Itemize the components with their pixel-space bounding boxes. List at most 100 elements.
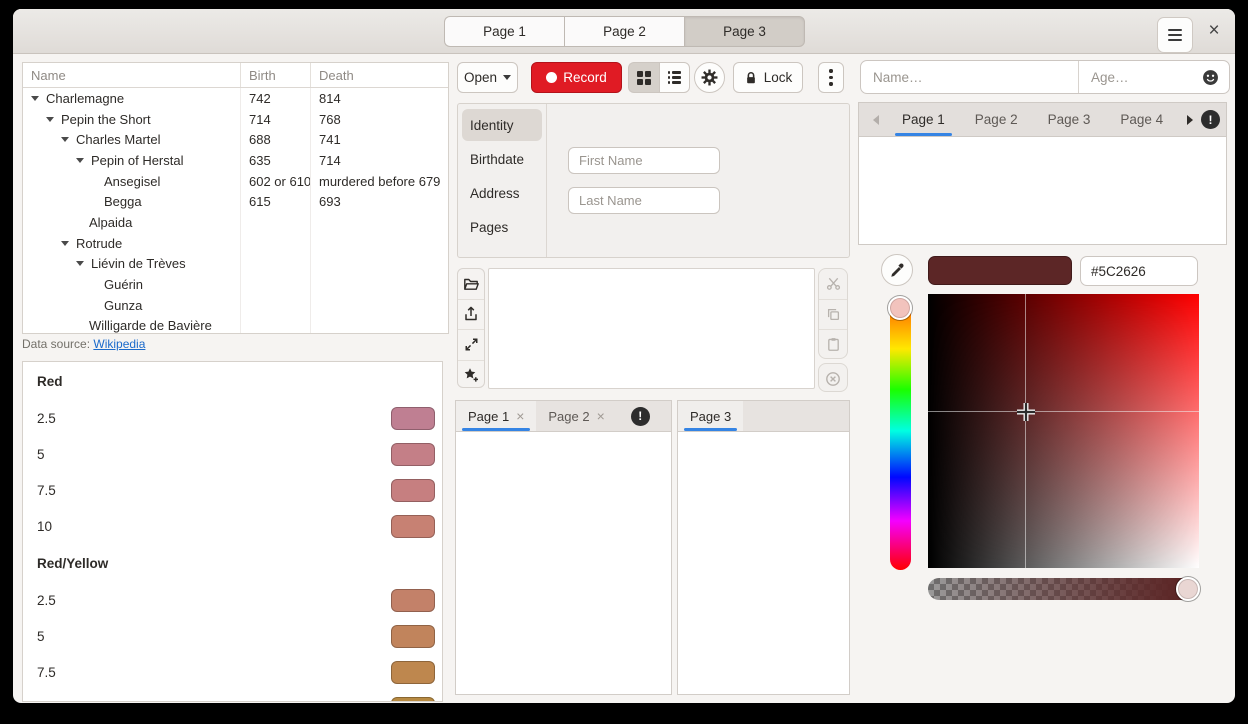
notebook-tab-page-2[interactable]: Page 2× <box>536 401 616 431</box>
emoji-icon[interactable] <box>1202 69 1219 86</box>
color-crosshair[interactable] <box>1014 400 1038 424</box>
title-page-switcher: Page 1Page 2Page 3 <box>444 16 805 47</box>
title-tab-page-2[interactable]: Page 2 <box>564 16 684 47</box>
sidebar-item-pages[interactable]: Pages <box>462 211 542 243</box>
tabbar-box: Page 1Page 2Page 3Page 4 ! <box>858 102 1227 245</box>
sidebar-item-birthdate[interactable]: Birthdate <box>462 143 542 175</box>
screen: Page 1Page 2Page 3 × Name Birth Death Ch… <box>0 0 1248 724</box>
hue-slider-handle[interactable] <box>888 296 912 320</box>
window-close-button[interactable]: × <box>1199 18 1229 44</box>
notebook-tab-page-1[interactable]: Page 1× <box>456 401 536 431</box>
tab-prev-button[interactable] <box>865 103 887 136</box>
tree-expander-icon[interactable] <box>76 158 84 163</box>
color-scale-row[interactable]: 7.5 <box>23 654 442 690</box>
cut-button[interactable] <box>819 269 847 300</box>
tree-row[interactable]: Charlemagne742814 <box>23 88 448 109</box>
tabbar-tab-page-3[interactable]: Page 3 <box>1033 103 1106 136</box>
alpha-slider[interactable] <box>928 578 1199 600</box>
tree-row[interactable]: Alpaida <box>23 212 448 233</box>
color-scale-row[interactable]: 10 <box>23 690 442 702</box>
more-menu-button[interactable] <box>818 62 844 93</box>
paste-icon <box>826 337 841 352</box>
tabbar-tab-page-1[interactable]: Page 1 <box>887 103 960 136</box>
color-scale-row[interactable]: 5 <box>23 618 442 654</box>
color-swatch[interactable] <box>391 515 435 538</box>
title-tab-page-3[interactable]: Page 3 <box>684 16 805 47</box>
hue-slider[interactable] <box>890 297 911 570</box>
app-window: Page 1Page 2Page 3 × Name Birth Death Ch… <box>13 9 1235 703</box>
first-name-field[interactable] <box>568 147 720 174</box>
color-swatch[interactable] <box>391 589 435 612</box>
color-swatch[interactable] <box>391 407 435 430</box>
notebook-tab-page-3[interactable]: Page 3 <box>678 401 743 431</box>
tree-row[interactable]: Pepin the Short714768 <box>23 109 448 130</box>
color-scale-row[interactable]: 7.5 <box>23 472 442 508</box>
tabbar-tab-page-2[interactable]: Page 2 <box>960 103 1033 136</box>
title-tab-page-1[interactable]: Page 1 <box>444 16 564 47</box>
color-swatch[interactable] <box>391 479 435 502</box>
text-view[interactable] <box>488 268 815 389</box>
color-scale-row[interactable]: 5 <box>23 436 442 472</box>
hex-color-input[interactable] <box>1080 256 1198 286</box>
tree-row[interactable]: Begga615693 <box>23 191 448 212</box>
sidebar-item-address[interactable]: Address <box>462 177 542 209</box>
tree-row[interactable]: Ansegisel602 or 610murdered before 679 <box>23 171 448 192</box>
tree-row[interactable]: Willigarde de Bavière <box>23 316 448 334</box>
tree-row[interactable]: Rotrude <box>23 233 448 254</box>
favorite-button[interactable] <box>458 361 484 389</box>
eyedropper-button[interactable] <box>881 254 913 286</box>
age-input[interactable] <box>1079 61 1202 93</box>
color-swatch[interactable] <box>391 661 435 684</box>
color-scale-row[interactable]: 2.5 <box>23 582 442 618</box>
data-source-label: Data source: Wikipedia <box>22 337 145 351</box>
copy-icon <box>826 307 841 322</box>
tree-expander-icon[interactable] <box>76 261 84 266</box>
record-button[interactable]: Record <box>531 62 622 93</box>
wikipedia-link[interactable]: Wikipedia <box>93 337 145 351</box>
alpha-slider-handle[interactable] <box>1176 577 1200 601</box>
color-scale-row[interactable]: 2.5 <box>23 400 442 436</box>
menu-button[interactable] <box>1157 17 1193 53</box>
name-input[interactable] <box>861 61 1079 93</box>
fullscreen-button[interactable] <box>458 330 484 361</box>
tree-row[interactable]: Charles Martel688741 <box>23 129 448 150</box>
open-file-button[interactable] <box>458 269 484 300</box>
open-button[interactable]: Open <box>457 62 518 93</box>
tab-close-icon[interactable]: × <box>516 408 524 424</box>
tree-expander-icon[interactable] <box>61 241 69 246</box>
settings-button[interactable] <box>694 62 725 93</box>
tree-row[interactable]: Guérin <box>23 274 448 295</box>
column-header-name[interactable]: Name <box>23 63 241 87</box>
warning-icon: ! <box>631 407 650 426</box>
color-scale-label: 2.5 <box>37 593 391 608</box>
tree-row[interactable]: Gunza <box>23 295 448 316</box>
lock-button[interactable]: Lock <box>733 62 803 93</box>
tab-close-icon[interactable]: × <box>597 408 605 424</box>
clear-button[interactable] <box>819 364 847 392</box>
color-swatch[interactable] <box>391 625 435 648</box>
tabbar-tab-page-4[interactable]: Page 4 <box>1105 103 1178 136</box>
share-button[interactable] <box>458 300 484 331</box>
sidebar-item-identity[interactable]: Identity <box>462 109 542 141</box>
tree-expander-icon[interactable] <box>46 117 54 122</box>
grid-view-toggle[interactable] <box>628 62 659 93</box>
saturation-value-plane[interactable] <box>928 294 1199 568</box>
headerbar: Page 1Page 2Page 3 × <box>13 9 1235 54</box>
list-view-toggle[interactable] <box>659 62 690 93</box>
tree-row[interactable]: Pepin of Herstal635714 <box>23 150 448 171</box>
color-scale-row[interactable]: 10 <box>23 508 442 544</box>
tree-row[interactable]: Liévin de Trèves <box>23 254 448 275</box>
text-toolbar <box>457 268 485 388</box>
column-header-death[interactable]: Death <box>311 63 448 87</box>
last-name-field[interactable] <box>568 187 720 214</box>
color-swatch[interactable] <box>391 443 435 466</box>
color-swatch[interactable] <box>391 697 435 703</box>
tree-expander-icon[interactable] <box>31 96 39 101</box>
color-swatch-preview[interactable] <box>928 256 1072 285</box>
copy-button[interactable] <box>819 300 847 331</box>
tab-next-button[interactable] <box>1179 103 1201 136</box>
tree-header: Name Birth Death <box>23 63 448 88</box>
paste-button[interactable] <box>819 330 847 359</box>
column-header-birth[interactable]: Birth <box>241 63 311 87</box>
tree-expander-icon[interactable] <box>61 137 69 142</box>
